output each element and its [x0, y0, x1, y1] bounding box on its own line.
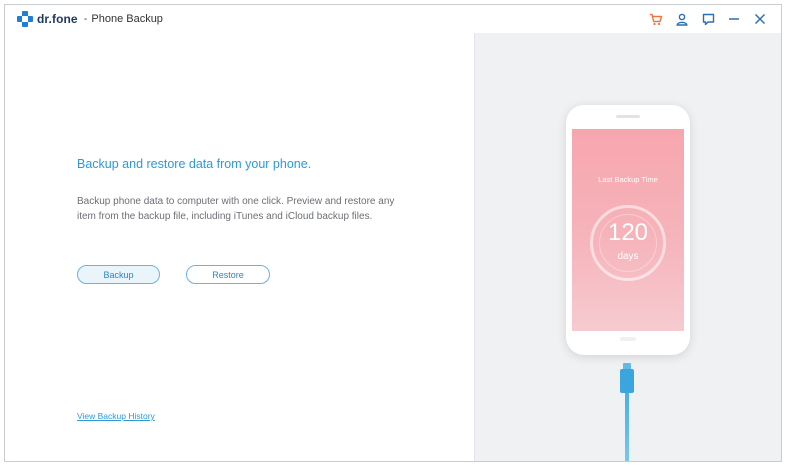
close-icon[interactable] [747, 9, 773, 29]
content-pane: Backup and restore data from your phone.… [5, 33, 474, 461]
days-count: 120 [607, 219, 649, 246]
restore-button[interactable]: Restore [186, 265, 270, 284]
phone-illustration: Last Backup Time 120 days [566, 105, 690, 355]
phone-home-indicator [620, 337, 636, 341]
cart-icon[interactable] [643, 9, 669, 29]
drfone-logo-icon [17, 11, 33, 27]
headline: Backup and restore data from your phone. [77, 157, 312, 171]
title-bar-controls [643, 9, 773, 29]
phone-screen: Last Backup Time 120 days [572, 129, 684, 331]
usb-cable [625, 393, 629, 461]
feedback-icon[interactable] [695, 9, 721, 29]
backup-button[interactable]: Backup [77, 265, 160, 284]
user-icon[interactable] [669, 9, 695, 29]
view-backup-history-link[interactable]: View Backup History [77, 411, 155, 421]
last-backup-label: Last Backup Time [598, 175, 658, 184]
illustration-pane: Last Backup Time 120 days [474, 33, 781, 461]
title-bar: dr.fone - Phone Backup [5, 5, 781, 34]
days-unit: days [617, 251, 639, 262]
brand: dr.fone - Phone Backup [17, 11, 163, 27]
usb-connector-icon [620, 369, 634, 393]
module-name: Phone Backup [91, 13, 163, 25]
brand-separator: - [83, 13, 88, 25]
phone-speaker [616, 115, 640, 118]
brand-name: dr.fone [37, 12, 78, 26]
description: Backup phone data to computer with one c… [77, 196, 395, 222]
minimize-icon[interactable] [721, 9, 747, 29]
app-window: dr.fone - Phone Backup Backup and restor… [4, 4, 782, 462]
